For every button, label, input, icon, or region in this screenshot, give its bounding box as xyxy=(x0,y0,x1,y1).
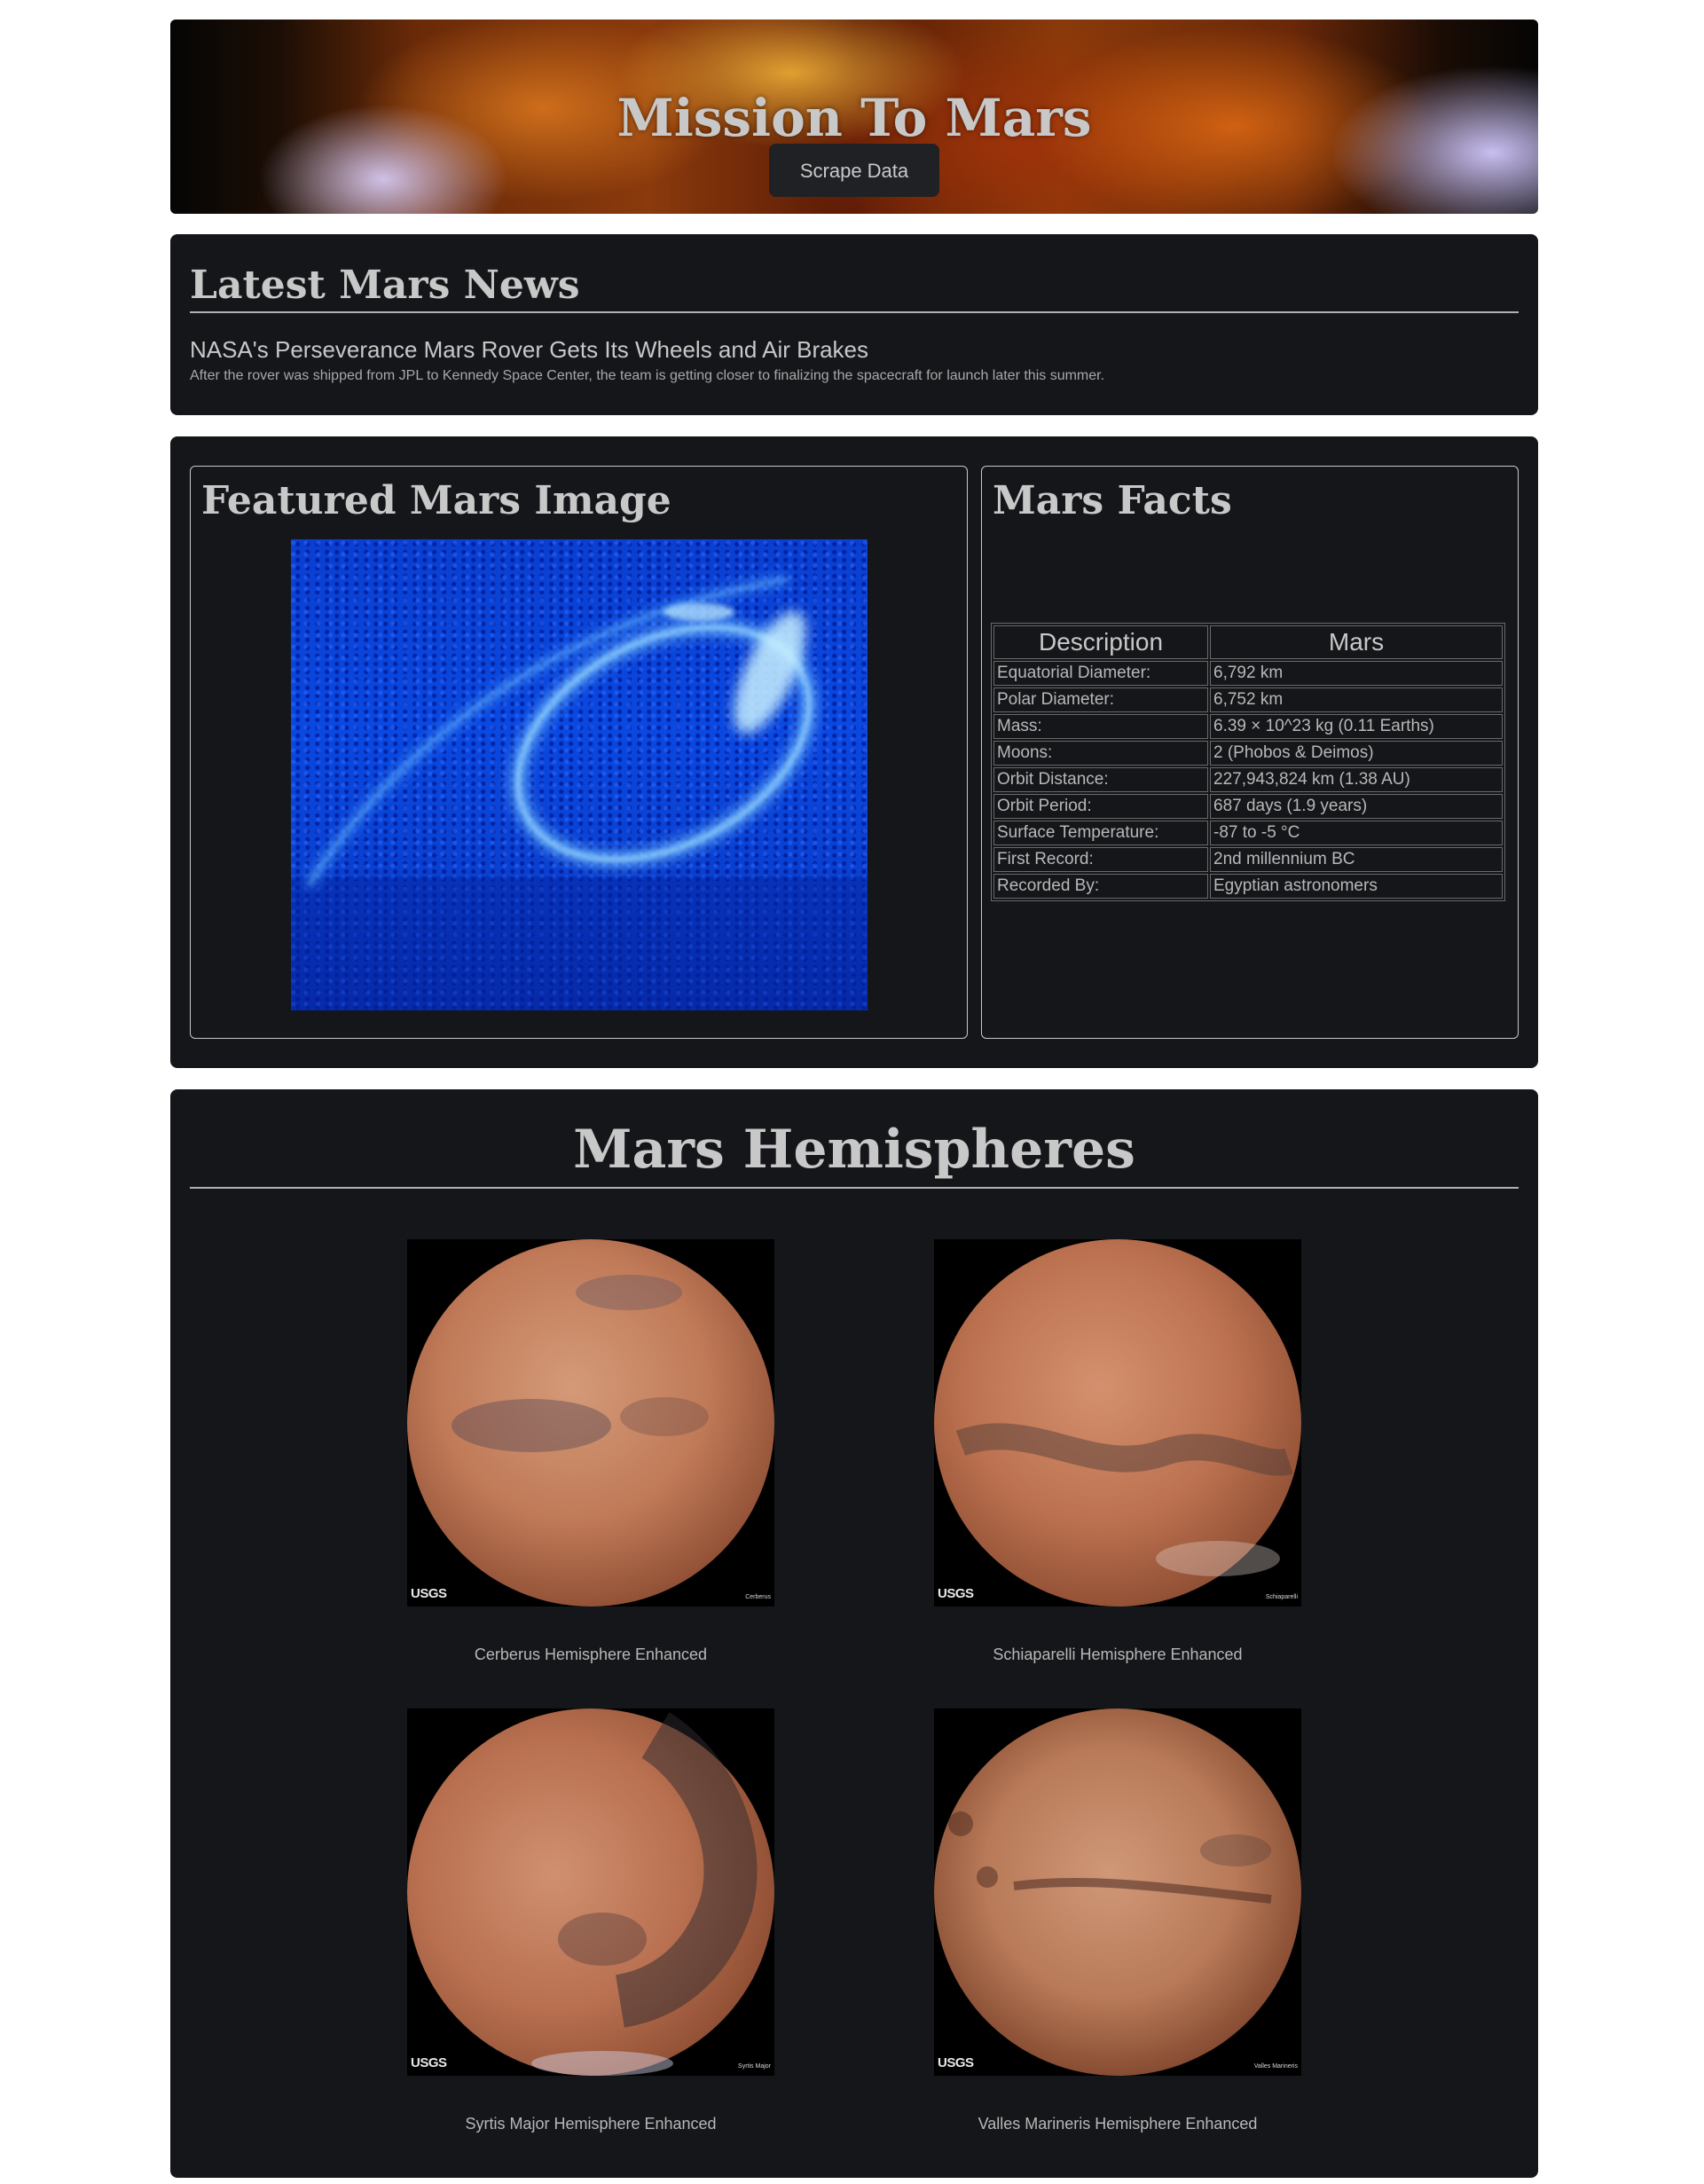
hemisphere-label: Schiaparelli xyxy=(1265,1594,1298,1600)
scrape-data-button[interactable]: Scrape Data xyxy=(769,144,939,197)
fact-value: 687 days (1.9 years) xyxy=(1210,794,1503,819)
news-panel: Latest Mars News NASA's Perseverance Mar… xyxy=(170,234,1538,415)
news-title: NASA's Perseverance Mars Rover Gets Its … xyxy=(190,336,869,363)
featured-image-card: Featured Mars Image xyxy=(190,466,968,1039)
fact-label: Orbit Period: xyxy=(993,794,1208,819)
hemisphere-image-valles-marineris[interactable]: USGS Valles Marineris xyxy=(934,1709,1301,2076)
featured-mars-image xyxy=(291,539,868,1010)
hemisphere-caption: Cerberus Hemisphere Enhanced xyxy=(474,1646,708,1663)
usgs-logo: USGS xyxy=(411,2055,447,2070)
surface-features xyxy=(452,1275,709,1452)
fact-label: Orbit Distance: xyxy=(993,767,1208,792)
news-heading: Latest Mars News xyxy=(190,263,580,308)
table-row: Orbit Period: 687 days (1.9 years) xyxy=(993,794,1503,819)
fact-label: Moons: xyxy=(993,741,1208,766)
fact-value: 6.39 × 10^23 kg (0.11 Earths) xyxy=(1210,714,1503,739)
fact-label: Polar Diameter: xyxy=(993,687,1208,712)
hemispheres-divider xyxy=(190,1187,1519,1189)
featured-panel: Featured Mars Image Mars Facts Descripti… xyxy=(170,436,1538,1068)
hemispheres-heading: Mars Hemispheres xyxy=(573,1119,1135,1181)
table-row: Moons: 2 (Phobos & Deimos) xyxy=(993,741,1503,766)
fact-value: 2nd millennium BC xyxy=(1210,847,1503,872)
hemisphere-label: Syrtis Major xyxy=(738,2063,771,2070)
hemisphere-caption: Valles Marineris Hemisphere Enhanced xyxy=(978,2115,1258,2133)
fact-value: 6,752 km xyxy=(1210,687,1503,712)
page-title: Mission To Mars xyxy=(616,88,1092,148)
hemisphere-caption: Schiaparelli Hemisphere Enhanced xyxy=(993,1646,1243,1663)
column-header-mars: Mars xyxy=(1210,625,1503,659)
table-row: Polar Diameter: 6,752 km xyxy=(993,687,1503,712)
fact-value: 2 (Phobos & Deimos) xyxy=(1210,741,1503,766)
featured-image-heading: Featured Mars Image xyxy=(201,478,671,523)
table-row: Orbit Distance: 227,943,824 km (1.38 AU) xyxy=(993,767,1503,792)
fact-value: 6,792 km xyxy=(1210,661,1503,686)
hemisphere-card-syrtis-major: USGS Syrtis Major Syrtis Major Hemispher… xyxy=(407,1709,774,2133)
fact-label: Surface Temperature: xyxy=(993,821,1208,845)
fact-value: -87 to -5 °C xyxy=(1210,821,1503,845)
table-row: Recorded By: Egyptian astronomers xyxy=(993,874,1503,899)
mars-facts-table: Description Mars Equatorial Diameter: 6,7… xyxy=(991,623,1505,901)
table-header-row: Description Mars xyxy=(993,625,1503,659)
table-row: First Record: 2nd millennium BC xyxy=(993,847,1503,872)
fact-label: Recorded By: xyxy=(993,874,1208,899)
surface-features xyxy=(531,1712,758,2076)
table-row: Equatorial Diameter: 6,792 km xyxy=(993,661,1503,686)
hemisphere-image-syrtis-major[interactable]: USGS Syrtis Major xyxy=(407,1709,774,2076)
usgs-logo: USGS xyxy=(938,2055,974,2070)
surface-features xyxy=(948,1811,1272,1904)
usgs-logo: USGS xyxy=(938,1586,974,1601)
hemisphere-card-schiaparelli: USGS Schiaparelli Schiaparelli Hemispher… xyxy=(934,1239,1301,1663)
table-row: Mass: 6.39 × 10^23 kg (0.11 Earths) xyxy=(993,714,1503,739)
column-header-description: Description xyxy=(993,625,1208,659)
hemisphere-card-cerberus: USGS Cerberus Cerberus Hemisphere Enhanc… xyxy=(407,1239,774,1663)
fact-value: Egyptian astronomers xyxy=(1210,874,1503,899)
fact-label: Mass: xyxy=(993,714,1208,739)
hemisphere-image-schiaparelli[interactable]: USGS Schiaparelli xyxy=(934,1239,1301,1607)
hemisphere-label: Cerberus xyxy=(745,1594,771,1600)
aurora-image-svg xyxy=(291,575,868,1010)
hemisphere-card-valles-marineris: USGS Valles Marineris Valles Marineris H… xyxy=(934,1709,1301,2133)
hemisphere-image-cerberus[interactable]: USGS Cerberus xyxy=(407,1239,774,1607)
hemisphere-caption: Syrtis Major Hemisphere Enhanced xyxy=(465,2115,717,2133)
hemispheres-panel: Mars Hemispheres USGS Cerberus Cerberus … xyxy=(170,1089,1538,2178)
news-paragraph: After the rover was shipped from JPL to … xyxy=(190,368,1105,383)
fact-label: First Record: xyxy=(993,847,1208,872)
news-divider xyxy=(190,311,1519,313)
table-row: Surface Temperature: -87 to -5 °C xyxy=(993,821,1503,845)
mars-facts-card: Mars Facts Description Mars Equatorial D… xyxy=(981,466,1519,1039)
mars-facts-heading: Mars Facts xyxy=(993,478,1232,523)
usgs-logo: USGS xyxy=(411,1586,447,1601)
surface-features xyxy=(955,1423,1293,1576)
hemisphere-label: Valles Marineris xyxy=(1253,2063,1298,2070)
fact-label: Equatorial Diameter: xyxy=(993,661,1208,686)
fact-value: 227,943,824 km (1.38 AU) xyxy=(1210,767,1503,792)
